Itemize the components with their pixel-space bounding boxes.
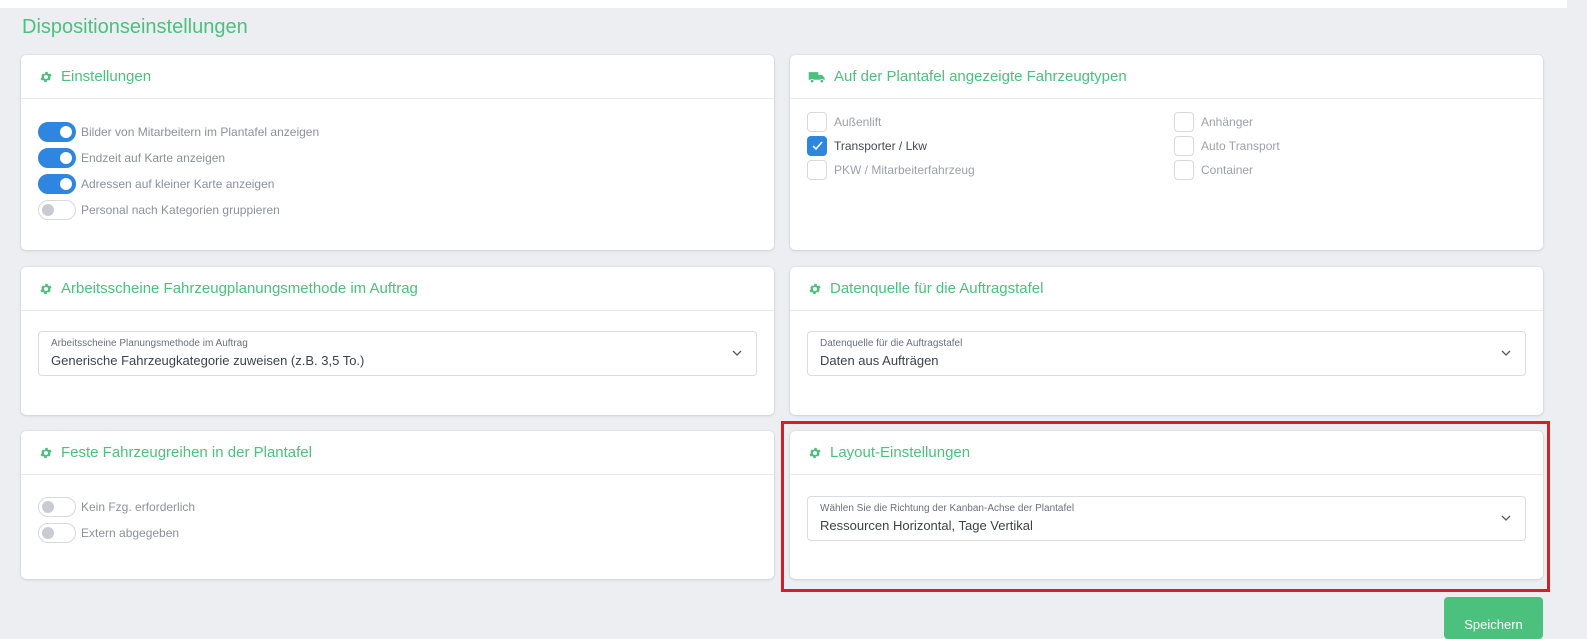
checkbox[interactable]	[807, 160, 827, 180]
settings-card: Einstellungen Bilder von Mitarbeitern im…	[21, 55, 774, 250]
data-source-card: Datenquelle für die Auftragstafel Datenq…	[790, 267, 1543, 415]
gear-icon	[40, 447, 52, 458]
kanban-axis-select[interactable]: Wählen Sie die Richtung der Kanban-Achse…	[807, 496, 1526, 541]
gear-icon	[40, 71, 52, 82]
gear-icon	[809, 447, 821, 458]
toggle-switch[interactable]	[38, 148, 76, 168]
fixed-rows-card: Feste Fahrzeugreihen in der Plantafel Ke…	[21, 431, 774, 579]
chevron-down-icon	[1501, 515, 1511, 521]
checkbox[interactable]	[1174, 112, 1194, 132]
chevron-down-icon	[732, 350, 742, 356]
card-header: Layout-Einstellungen	[790, 431, 1543, 475]
checkbox-row-container[interactable]: Container	[1174, 160, 1514, 180]
checkbox-checked[interactable]	[807, 136, 827, 156]
toggle-label: Endzeit auf Karte anzeigen	[81, 151, 226, 165]
save-button[interactable]: Speichern	[1444, 597, 1543, 639]
checkbox-label: Container	[1201, 163, 1254, 177]
toggle-switch[interactable]	[38, 174, 76, 194]
checkbox-row-aussenlift[interactable]: Außenlift	[807, 112, 1174, 132]
toggle-row-employee-images[interactable]: Bilder von Mitarbeitern im Plantafel anz…	[38, 119, 757, 145]
data-source-select[interactable]: Datenquelle für die Auftragstafel Daten …	[807, 331, 1526, 376]
select-label: Arbeitsscheine Planungsmethode im Auftra…	[51, 338, 248, 349]
select-value: Generische Fahrzeugkategorie zuweisen (z…	[51, 353, 365, 368]
toggle-switch[interactable]	[38, 497, 76, 517]
card-title: Feste Fahrzeugreihen in der Plantafel	[61, 444, 312, 461]
toggle-row-external[interactable]: Extern abgegeben	[38, 520, 757, 546]
toggle-label: Extern abgegeben	[81, 526, 180, 540]
toggle-knob	[60, 152, 72, 164]
card-header: Auf der Plantafel angezeigte Fahrzeugtyp…	[790, 55, 1543, 99]
checkbox-label: PKW / Mitarbeiterfahrzeug	[834, 163, 975, 177]
toggle-row-no-vehicle[interactable]: Kein Fzg. erforderlich	[38, 494, 757, 520]
checkbox[interactable]	[1174, 136, 1194, 156]
chevron-down-icon	[1501, 350, 1511, 356]
checkbox-label: Außenlift	[834, 115, 882, 129]
page-title: Dispositionseinstellungen	[22, 16, 248, 38]
toggle-knob	[42, 204, 54, 216]
card-header: Feste Fahrzeugreihen in der Plantafel	[21, 431, 774, 475]
card-title: Arbeitsscheine Fahrzeugplanungsmethode i…	[61, 280, 418, 297]
planning-method-select[interactable]: Arbeitsscheine Planungsmethode im Auftra…	[38, 331, 757, 376]
checkbox-label: Anhänger	[1201, 115, 1254, 129]
toggle-knob	[42, 527, 54, 539]
toggle-row-end-time[interactable]: Endzeit auf Karte anzeigen	[38, 145, 757, 171]
select-value: Ressourcen Horizontal, Tage Vertikal	[820, 518, 1033, 533]
toggle-switch[interactable]	[38, 200, 76, 220]
gear-icon	[40, 283, 52, 294]
top-bar	[0, 0, 1567, 8]
toggle-label: Kein Fzg. erforderlich	[81, 500, 196, 514]
select-value: Daten aus Aufträgen	[820, 353, 939, 368]
toggle-row-group-personnel[interactable]: Personal nach Kategorien gruppieren	[38, 197, 757, 223]
card-header: Datenquelle für die Auftragstafel	[790, 267, 1543, 311]
check-icon	[812, 141, 823, 151]
toggle-knob	[42, 501, 54, 513]
card-header: Arbeitsscheine Fahrzeugplanungsmethode i…	[21, 267, 774, 311]
layout-settings-card: Layout-Einstellungen Wählen Sie die Rich…	[790, 431, 1543, 579]
checkbox-row-auto-transport[interactable]: Auto Transport	[1174, 136, 1514, 156]
vehicle-type-grid: Außenlift Anhänger Transporter / Lkw Aut…	[807, 112, 1526, 180]
checkbox[interactable]	[807, 112, 827, 132]
scrollbar[interactable]	[1567, 0, 1587, 639]
select-label: Datenquelle für die Auftragstafel	[820, 338, 963, 349]
toggle-label: Adressen auf kleiner Karte anzeigen	[81, 177, 275, 191]
checkbox-label: Auto Transport	[1201, 139, 1280, 153]
card-title: Auf der Plantafel angezeigte Fahrzeugtyp…	[834, 68, 1127, 85]
card-title: Layout-Einstellungen	[830, 444, 971, 461]
toggle-label: Personal nach Kategorien gruppieren	[81, 203, 280, 217]
toggle-row-addresses[interactable]: Adressen auf kleiner Karte anzeigen	[38, 171, 757, 197]
checkbox-label: Transporter / Lkw	[834, 139, 927, 153]
vehicle-types-card: Auf der Plantafel angezeigte Fahrzeugtyp…	[790, 55, 1543, 250]
toggle-switch[interactable]	[38, 523, 76, 543]
select-label: Wählen Sie die Richtung der Kanban-Achse…	[820, 503, 1075, 514]
toggle-switch[interactable]	[38, 122, 76, 142]
checkbox[interactable]	[1174, 160, 1194, 180]
card-header: Einstellungen	[21, 55, 774, 99]
toggle-knob	[60, 178, 72, 190]
toggle-label: Bilder von Mitarbeitern im Plantafel anz…	[81, 125, 320, 139]
card-title: Einstellungen	[61, 68, 152, 85]
planning-method-card: Arbeitsscheine Fahrzeugplanungsmethode i…	[21, 267, 774, 415]
checkbox-row-pkw[interactable]: PKW / Mitarbeiterfahrzeug	[807, 160, 1174, 180]
gear-icon	[809, 283, 821, 294]
checkbox-row-transporter[interactable]: Transporter / Lkw	[807, 136, 1174, 156]
card-title: Datenquelle für die Auftragstafel	[830, 280, 1044, 297]
truck-icon	[808, 71, 825, 83]
checkbox-row-anhaenger[interactable]: Anhänger	[1174, 112, 1514, 132]
toggle-knob	[60, 126, 72, 138]
